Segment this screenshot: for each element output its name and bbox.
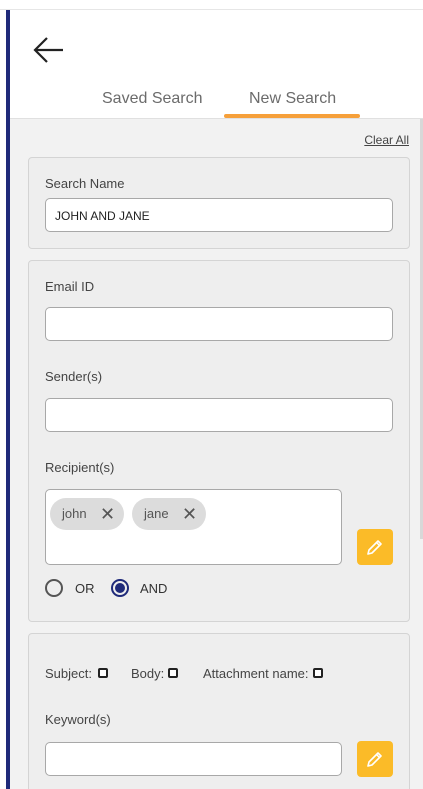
body-label: Body: [131, 666, 165, 681]
recipient-chip: john ✕ [50, 498, 124, 530]
search-name-input[interactable]: JOHN AND JANE [45, 198, 393, 232]
senders-label: Sender(s) [45, 369, 103, 384]
body-option: Body: [131, 666, 178, 681]
subject-option: Subject: [45, 666, 108, 681]
email-id-input[interactable] [45, 307, 393, 341]
keywords-label: Keyword(s) [45, 712, 111, 727]
pencil-icon [367, 752, 382, 767]
senders-input[interactable] [45, 398, 393, 432]
recipients-label: Recipient(s) [45, 460, 115, 475]
search-name-label: Search Name [45, 176, 125, 191]
edit-keywords-button[interactable] [357, 741, 393, 777]
close-icon[interactable]: ✕ [182, 504, 197, 525]
email-id-label: Email ID [45, 279, 95, 294]
recipients-input[interactable]: john ✕ jane ✕ [45, 489, 342, 565]
header: Saved Search New Search [10, 10, 423, 118]
subject-label: Subject: [45, 666, 92, 681]
recipient-chip: jane ✕ [132, 498, 206, 530]
chip-label: jane [144, 506, 169, 521]
radio-and[interactable] [111, 579, 129, 597]
close-icon[interactable]: ✕ [100, 504, 115, 525]
body-checkbox[interactable] [168, 668, 178, 678]
radio-and-label: AND [140, 581, 168, 596]
filters-card: Email ID Sender(s) Recipient(s) john ✕ j… [28, 260, 410, 622]
search-in-options: Subject: Body: Attachment name: [45, 666, 395, 682]
arrow-left-icon [33, 37, 63, 63]
keywords-card: Subject: Body: Attachment name: Keyword(… [28, 633, 410, 789]
pencil-icon [367, 540, 382, 555]
chip-label: john [62, 506, 87, 521]
search-form: Clear All Search Name JOHN AND JANE Emai… [10, 118, 423, 789]
attachment-option: Attachment name: [203, 666, 323, 681]
attachment-checkbox[interactable] [313, 668, 323, 678]
keywords-input[interactable] [45, 742, 342, 776]
search-name-card: Search Name JOHN AND JANE [28, 157, 410, 249]
edit-recipients-button[interactable] [357, 529, 393, 565]
tab-new-search[interactable]: New Search [249, 90, 336, 108]
tab-saved-search[interactable]: Saved Search [102, 90, 203, 108]
subject-checkbox[interactable] [98, 668, 108, 678]
radio-or[interactable] [45, 579, 63, 597]
attachment-label: Attachment name: [203, 666, 309, 681]
clear-all-link[interactable]: Clear All [364, 133, 409, 147]
radio-or-label: OR [75, 581, 95, 596]
back-button[interactable] [32, 35, 66, 65]
